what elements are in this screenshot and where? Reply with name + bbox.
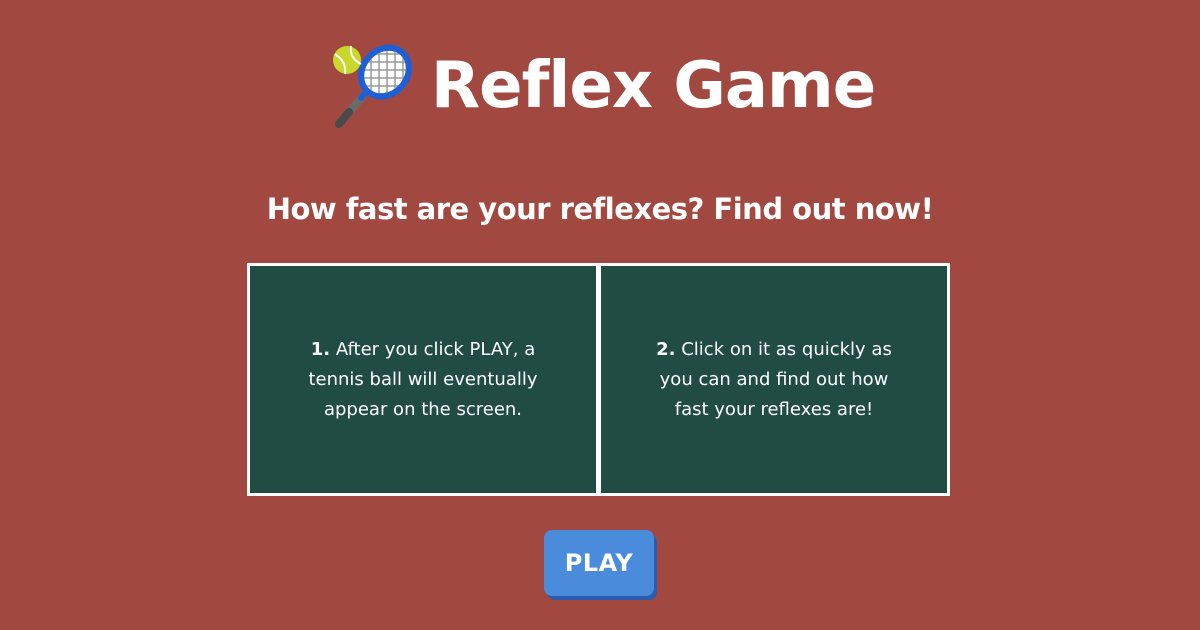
instruction-body-1: After you click PLAY, a tennis ball will… <box>308 338 538 420</box>
instruction-number-2: 2. <box>656 338 676 360</box>
page-title: Reflex Game <box>430 49 876 123</box>
instruction-card-1: 1. After you click PLAY, a tennis ball w… <box>247 263 599 496</box>
instruction-card-2: 2. Click on it as quickly as you can and… <box>598 263 950 496</box>
title-row: Reflex Game <box>0 36 1200 136</box>
instruction-text-1: 1. After you click PLAY, a tennis ball w… <box>290 335 556 425</box>
play-button[interactable]: PLAY <box>544 530 654 596</box>
instruction-body-2: Click on it as quickly as you can and fi… <box>659 338 892 420</box>
instructions-panel: 1. After you click PLAY, a tennis ball w… <box>247 263 952 496</box>
instruction-text-2: 2. Click on it as quickly as you can and… <box>641 335 907 425</box>
tennis-racket-ball-icon <box>325 40 417 132</box>
instruction-number-1: 1. <box>310 338 331 360</box>
subtitle: How fast are your reflexes? Find out now… <box>266 192 934 226</box>
